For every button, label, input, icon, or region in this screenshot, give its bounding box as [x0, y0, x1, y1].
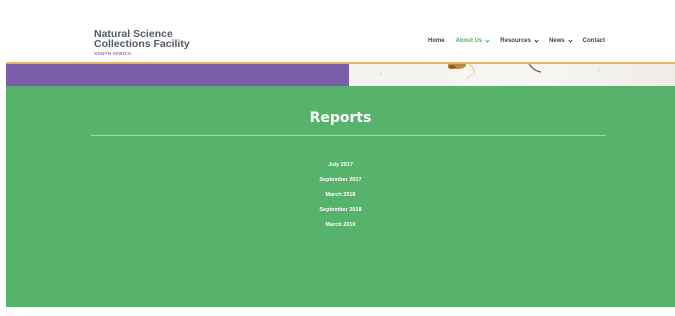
nav-item-label: Contact — [582, 38, 605, 44]
nav-item-label: News — [548, 38, 565, 44]
logo-subtitle: SOUTH AFRICA — [94, 51, 132, 56]
nav-item-label: About Us — [455, 38, 483, 44]
chevron-down-icon — [534, 37, 539, 43]
nav-item-news[interactable]: News — [548, 37, 573, 44]
specimen-photo-graphic — [380, 62, 600, 81]
page-title: Reports — [309, 110, 372, 126]
banner-purple-panel — [6, 62, 349, 86]
nav-item-label: Resources — [500, 38, 531, 44]
report-link-march-2019[interactable]: March 2019 — [6, 218, 675, 233]
reports-list: July 2017 September 2017 March 2018 Sept… — [6, 158, 675, 233]
banner-accent-line — [6, 62, 675, 64]
banner-specimen-image — [349, 62, 675, 86]
site-header: Natural Science Collections Facility SOU… — [0, 0, 675, 62]
nav-item-label: Home — [427, 38, 445, 44]
nav-item-contact[interactable]: Contact — [583, 38, 605, 44]
title-divider — [91, 135, 606, 136]
report-link-september-2017[interactable]: September 2017 — [6, 173, 675, 188]
chevron-down-icon — [485, 37, 490, 43]
logo-title-line-2: Collections Facility — [94, 38, 190, 50]
report-link-september-2018[interactable]: September 2018 — [6, 203, 675, 218]
nav-item-about-us[interactable]: About Us — [455, 37, 490, 44]
nav-item-resources[interactable]: Resources — [500, 37, 539, 44]
hero-banner — [6, 62, 675, 86]
nav-item-home[interactable]: Home — [428, 38, 445, 44]
chevron-down-icon — [568, 37, 573, 43]
report-link-march-2018[interactable]: March 2018 — [6, 188, 675, 203]
site-logo[interactable]: Natural Science Collections Facility SOU… — [94, 29, 190, 56]
main-nav: Home About Us Resources News Contact — [417, 37, 605, 44]
report-link-july-2017[interactable]: July 2017 — [6, 158, 675, 173]
reports-section: Reports July 2017 September 2017 March 2… — [6, 86, 675, 307]
